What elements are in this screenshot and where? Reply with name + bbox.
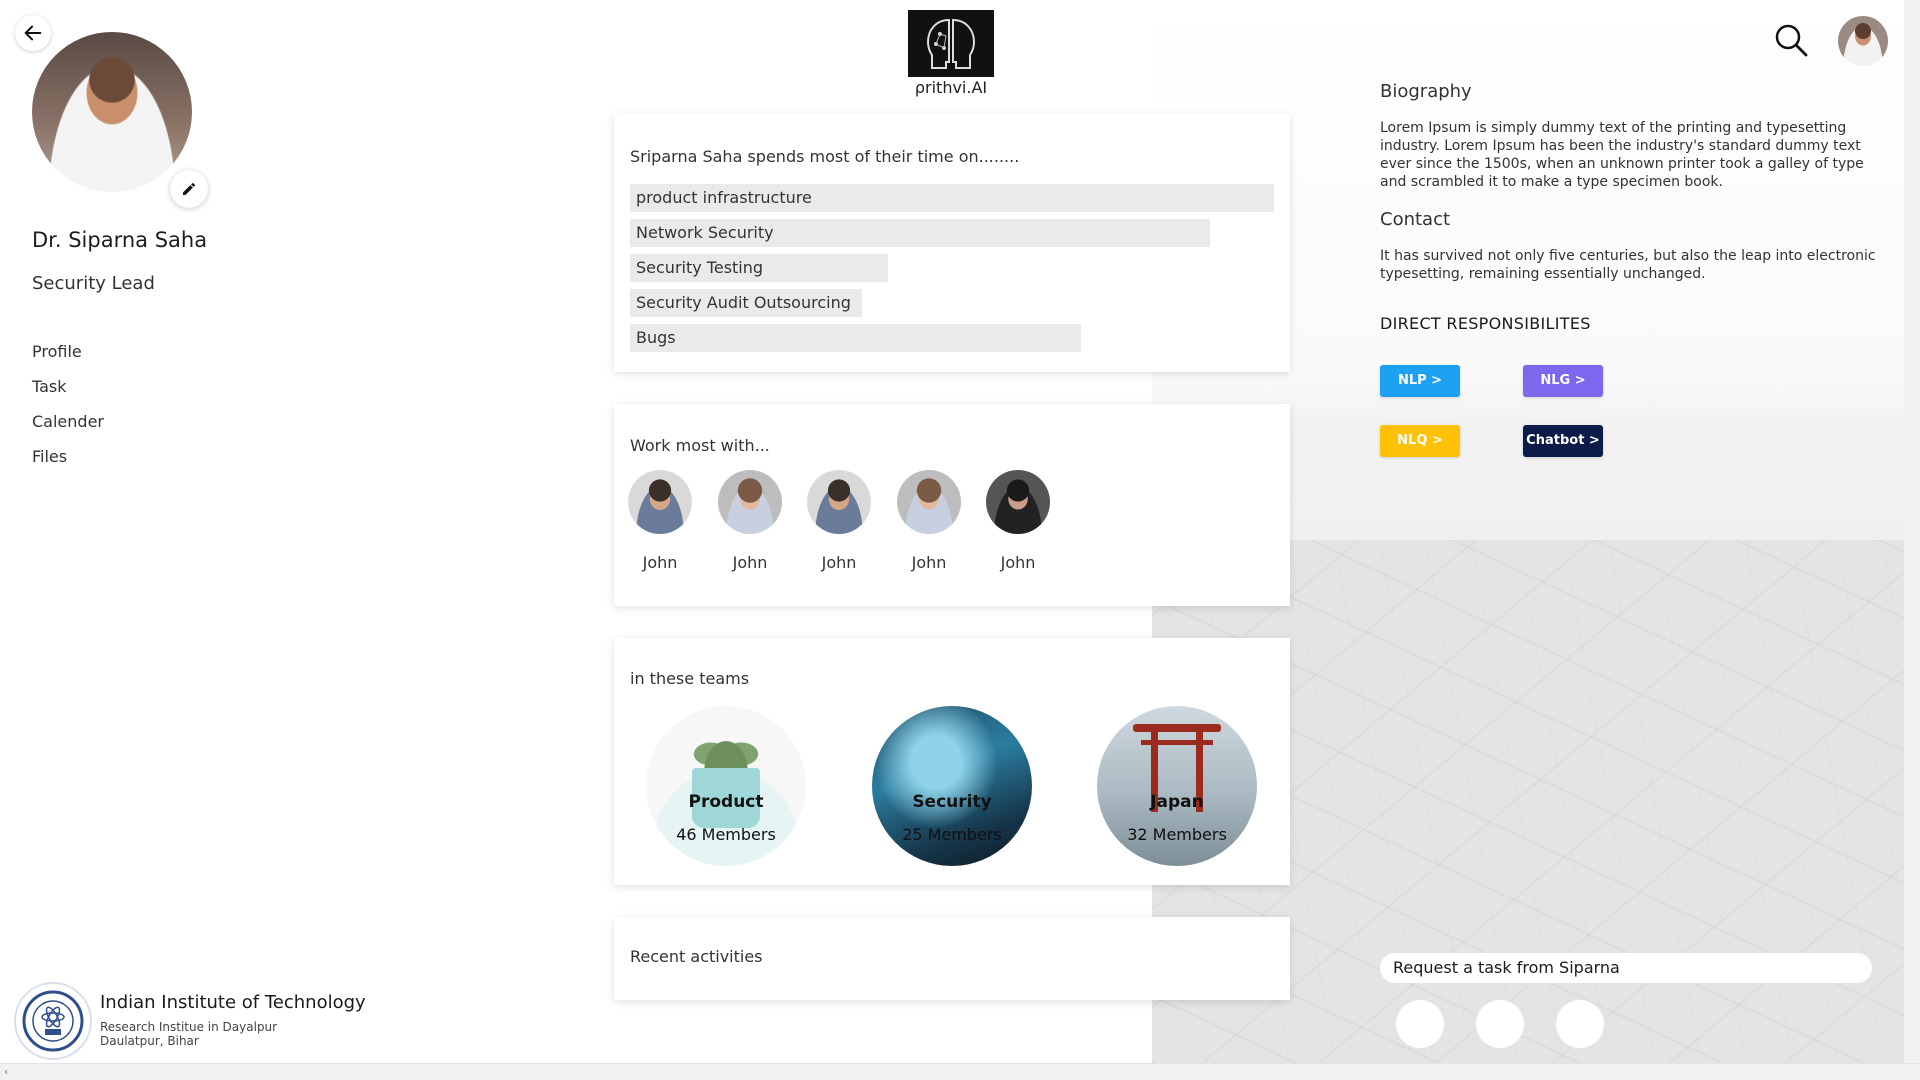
topic-bar[interactable]: Security Audit Outsourcing xyxy=(630,289,862,317)
back-button[interactable] xyxy=(15,15,51,51)
team-members: 46 Members xyxy=(676,825,776,844)
profile-role: Security Lead xyxy=(32,273,155,294)
back-arrow-icon xyxy=(24,25,42,41)
nlq-button[interactable]: NLQ > xyxy=(1380,425,1460,457)
person-item[interactable]: John xyxy=(717,470,783,572)
institute-logo-icon xyxy=(14,982,92,1060)
person-item[interactable]: John xyxy=(896,470,962,572)
person-item[interactable]: John xyxy=(627,470,693,572)
person-item[interactable]: John xyxy=(806,470,872,572)
action-button[interactable] xyxy=(1396,1000,1444,1048)
team-name: Security xyxy=(912,792,992,812)
person-avatar xyxy=(628,470,692,534)
person-avatar xyxy=(897,470,961,534)
person-name: John xyxy=(642,553,678,572)
contact-text: It has survived not only five centuries,… xyxy=(1380,248,1876,282)
nlg-button[interactable]: NLG > xyxy=(1523,365,1603,397)
team-members: 25 Members xyxy=(902,825,1002,844)
brand-logo-icon xyxy=(908,10,994,77)
person-avatar xyxy=(718,470,782,534)
brand-name: ρrithvi.AI xyxy=(914,78,988,97)
institute-footer: Indian Institute of Technology Research … xyxy=(14,982,374,1062)
nav-item-profile[interactable]: Profile xyxy=(32,340,104,375)
institute-address-line1: Research Institue in Dayalpur xyxy=(100,1020,278,1034)
vertical-scrollbar[interactable] xyxy=(1904,0,1920,1063)
nlp-button[interactable]: NLP > xyxy=(1380,365,1460,397)
person-name: John xyxy=(732,553,768,572)
work-with-card: Work most with... John John John John Jo… xyxy=(614,404,1290,606)
time-spent-card: Sriparna Saha spends most of their time … xyxy=(614,114,1290,372)
nav-item-calender[interactable]: Calender xyxy=(32,410,104,445)
person-name: John xyxy=(911,553,947,572)
nav-item-files[interactable]: Files xyxy=(32,445,104,480)
institute-name: Indian Institute of Technology xyxy=(100,992,366,1013)
person-name: John xyxy=(821,553,857,572)
team-security[interactable]: Security 25 Members xyxy=(872,706,1032,866)
topic-bar[interactable]: Network Security xyxy=(630,219,1210,247)
person-avatar xyxy=(986,470,1050,534)
edit-profile-button[interactable] xyxy=(170,170,208,208)
team-members: 32 Members xyxy=(1127,825,1227,844)
chatbot-button[interactable]: Chatbot > xyxy=(1523,425,1603,457)
biography-heading: Biography xyxy=(1380,81,1472,102)
work-with-title: Work most with... xyxy=(630,436,770,455)
brand[interactable]: ρrithvi.AI xyxy=(908,10,994,97)
team-product[interactable]: Product 46 Members xyxy=(646,706,806,866)
recent-activities-title: Recent activities xyxy=(630,947,763,966)
person-item[interactable]: John xyxy=(985,470,1051,572)
topic-bar[interactable]: Security Testing xyxy=(630,254,888,282)
biography-text: Lorem Ipsum is simply dummy text of the … xyxy=(1380,120,1864,190)
search-button[interactable] xyxy=(1773,22,1809,58)
team-name: Product xyxy=(688,792,764,812)
nav-item-task[interactable]: Task xyxy=(32,375,104,410)
teams-card: in these teams Product 46 Members Securi… xyxy=(614,638,1290,885)
team-japan[interactable]: Japan 32 Members xyxy=(1097,706,1257,866)
person-name: John xyxy=(1000,553,1036,572)
request-task-input[interactable]: Request a task from Siparna xyxy=(1380,953,1872,983)
scroll-left-icon[interactable]: ‹ xyxy=(4,1065,8,1078)
sidebar-nav: Profile Task Calender Files xyxy=(32,340,104,480)
responsibilities-heading: DIRECT RESPONSIBILITES xyxy=(1380,314,1591,333)
teams-title: in these teams xyxy=(630,669,750,688)
search-icon xyxy=(1775,24,1808,57)
contact-heading: Contact xyxy=(1380,209,1451,230)
action-button[interactable] xyxy=(1556,1000,1604,1048)
action-button[interactable] xyxy=(1476,1000,1524,1048)
institute-address-line2: Daulatpur, Bihar xyxy=(100,1034,199,1048)
team-name: Japan xyxy=(1150,792,1204,812)
profile-name: Dr. Siparna Saha xyxy=(32,228,208,252)
user-avatar[interactable] xyxy=(1838,16,1888,66)
profile-photo xyxy=(32,32,192,192)
torii-image xyxy=(1133,724,1221,732)
topic-bar[interactable]: product infrastructure xyxy=(630,184,1274,212)
horizontal-scrollbar[interactable]: ‹ xyxy=(0,1063,1920,1080)
time-spent-title: Sriparna Saha spends most of their time … xyxy=(630,147,1020,166)
person-avatar xyxy=(807,470,871,534)
edit-pencil-icon xyxy=(183,182,196,195)
topic-bar[interactable]: Bugs xyxy=(630,324,1081,352)
recent-activities-card[interactable]: Recent activities xyxy=(614,917,1290,1000)
